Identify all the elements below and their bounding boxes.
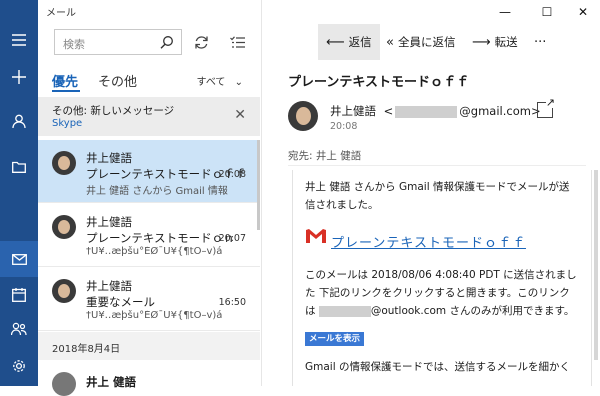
list-scrollbar[interactable]	[257, 140, 260, 230]
recipient-line: 宛先: 井上 健語	[288, 150, 362, 162]
selection-mode-icon[interactable]	[226, 31, 248, 53]
filter-label: すべて	[196, 77, 226, 88]
arrow-left-icon: ⟵	[326, 34, 345, 50]
tab-other[interactable]: その他	[98, 71, 137, 90]
settings-icon[interactable]	[0, 348, 38, 384]
message-sender: 井上健語	[86, 215, 132, 229]
close-window-button[interactable]: ✕	[568, 2, 598, 22]
message-time: 20:08	[218, 169, 246, 180]
message-preview: 井上 健語 さんから Gmail 情報	[86, 186, 228, 197]
message-list-pane: メール 検索 優先 その他 すべて ⌄ その他: 新しいメッセージ Skype …	[38, 0, 262, 396]
account-icon[interactable]	[0, 103, 38, 139]
redacted-email	[395, 105, 458, 118]
people-icon[interactable]	[0, 311, 38, 347]
message-preview: †Ù¥‥æþšu°ÉØ¯Ü¥{¶tÖ–v)á	[86, 246, 223, 257]
reply-label: 返信	[348, 35, 372, 49]
list-item[interactable]: 井上健語 重要なメール 16:50 †Ù¥‥æþšu°ÉØ¯Ü¥{¶tÖ–v)á	[38, 268, 260, 331]
chevron-down-icon: ⌄	[234, 77, 243, 88]
forward-label: 転送	[494, 35, 518, 49]
sender-email-prefix: <	[383, 104, 394, 118]
redacted-address	[318, 305, 371, 317]
sender-line: 井上健語 < @gmail.com>	[330, 103, 541, 119]
forward-button[interactable]: ⟶ 転送	[472, 24, 518, 60]
banner-title: その他: 新しいメッセージ	[52, 105, 175, 117]
message-time: 20:08	[330, 121, 358, 132]
message-sender: 井上健語	[86, 279, 132, 293]
date-group-header: 2018年8月4日	[38, 332, 260, 360]
date-group-label: 2018年8月4日	[52, 344, 121, 355]
tab-focused[interactable]: 優先	[52, 71, 78, 90]
sender-email[interactable]: @gmail.com>	[459, 104, 540, 118]
double-arrow-left-icon: «	[386, 34, 394, 50]
search-input[interactable]: 検索	[63, 36, 85, 52]
more-actions-button[interactable]: ···	[534, 24, 546, 60]
reply-button[interactable]: ⟵ 返信	[318, 24, 380, 60]
avatar	[52, 279, 76, 303]
message-body: 井上 健語 さんから Gmail 情報保護モードでメールが送信されました。 プレ…	[292, 170, 592, 386]
body-paragraph-b: @outlook.com さんのみが利用できます。	[370, 305, 575, 317]
body-intro: 井上 健語 さんから Gmail 情報保護モードでメールが送信されました。	[305, 181, 570, 211]
folder-icon[interactable]	[0, 149, 38, 185]
list-item[interactable]: 井上健語 プレーンテキストモードｏｆｆ 20:08 井上 健語 さんから Gma…	[38, 140, 260, 203]
other-inbox-banner[interactable]: その他: 新しいメッセージ Skype ✕	[38, 97, 260, 136]
reply-all-label: 全員に返信	[397, 35, 456, 49]
message-preview: †Ù¥‥æþšu°ÉØ¯Ü¥{¶tÖ–v)á	[86, 310, 223, 321]
avatar	[52, 372, 76, 396]
message-sender: 井上 健語	[86, 375, 137, 389]
reading-pane: — ☐ ✕ ⟵ 返信 « 全員に返信 ⟶ 転送 ··· プレーンテキストモードｏ…	[262, 0, 600, 386]
maximize-button[interactable]: ☐	[532, 2, 562, 22]
navigation-rail	[0, 0, 38, 386]
sync-icon[interactable]	[190, 31, 212, 53]
mail-icon[interactable]	[0, 241, 38, 277]
message-time: 20:07	[218, 233, 246, 244]
view-mail-button[interactable]: メールを表示	[305, 332, 365, 346]
message-sender: 井上健語	[86, 151, 132, 165]
hamburger-icon[interactable]	[0, 22, 38, 58]
sender-avatar	[288, 101, 318, 131]
new-mail-icon[interactable]	[0, 59, 38, 95]
arrow-right-icon: ⟶	[472, 34, 491, 50]
popout-icon[interactable]	[537, 97, 555, 118]
filter-dropdown[interactable]: すべて ⌄	[197, 73, 243, 88]
body-paragraph: このメールは 2018/08/06 4:08:40 PDT に送信されました 下…	[305, 266, 577, 320]
close-icon[interactable]: ✕	[234, 107, 246, 123]
gmail-logo-icon	[306, 229, 326, 243]
body-heading-link[interactable]: プレーンテキストモードｏｆｆ	[331, 232, 526, 251]
message-subject: 重要なメール	[86, 295, 155, 309]
search-box[interactable]: 検索	[54, 29, 182, 55]
reader-scrollbar[interactable]	[594, 170, 598, 360]
search-icon[interactable]	[160, 35, 174, 49]
reply-all-button[interactable]: « 全員に返信	[386, 24, 455, 60]
message-subject-heading: プレーンテキストモードｏｆｆ	[288, 75, 469, 90]
body-footer: Gmail の情報保護モードでは、送信するメールを細かく	[305, 361, 570, 373]
tab-focused-indicator	[52, 90, 80, 92]
message-time: 16:50	[218, 297, 246, 308]
message-subject: プレーンテキストモードｏｎ	[86, 231, 235, 245]
banner-source: Skype	[52, 118, 83, 129]
sender-name: 井上健語	[330, 104, 376, 118]
list-item[interactable]: 井上健語 プレーンテキストモードｏｎ 20:07 †Ù¥‥æþšu°ÉØ¯Ü¥{…	[38, 204, 260, 267]
avatar	[52, 215, 76, 239]
header-divider	[288, 165, 586, 166]
minimize-button[interactable]: —	[490, 2, 520, 22]
calendar-icon[interactable]	[0, 277, 38, 313]
avatar	[52, 151, 76, 175]
app-title: メール	[46, 8, 76, 19]
